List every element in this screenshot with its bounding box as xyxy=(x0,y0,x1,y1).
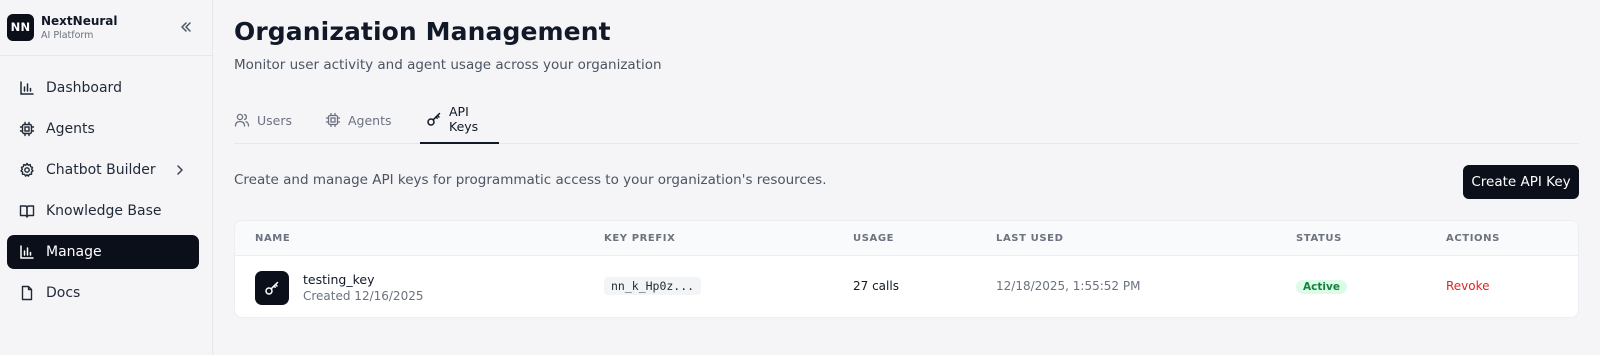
tab-label: Users xyxy=(257,112,293,128)
api-keys-table: NAME KEY PREFIX USAGE LAST USED STATUS A… xyxy=(234,220,1579,318)
book-icon xyxy=(19,203,35,219)
sidebar-item-label: Knowledge Base xyxy=(46,203,162,219)
tab-bar: Users Agents API Keys xyxy=(234,102,1579,144)
sidebar-item-label: Manage xyxy=(46,244,102,260)
column-header-status: STATUS xyxy=(1296,233,1342,244)
key-prefix: nn_k_Hp0z... xyxy=(604,277,702,295)
table-row: testing_key Created 12/16/2025 nn_k_Hp0z… xyxy=(235,257,1578,317)
table-header: NAME KEY PREFIX USAGE LAST USED STATUS A… xyxy=(235,221,1578,256)
tab-agents[interactable]: Agents xyxy=(325,102,392,144)
brand[interactable]: NN NextNeural AI Platform xyxy=(7,9,206,45)
column-header-actions: ACTIONS xyxy=(1446,233,1500,244)
key-created-date: Created 12/16/2025 xyxy=(303,289,424,303)
cpu-icon xyxy=(19,121,35,137)
users-icon xyxy=(234,112,250,128)
cpu-icon xyxy=(325,112,341,128)
sidebar-item-knowledge-base[interactable]: Knowledge Base xyxy=(7,194,199,228)
tab-users[interactable]: Users xyxy=(234,102,292,144)
sidebar-item-label: Agents xyxy=(46,121,95,137)
key-usage: 27 calls xyxy=(853,279,899,293)
sidebar-item-dashboard[interactable]: Dashboard xyxy=(7,71,199,105)
brand-logo: NN xyxy=(7,13,34,41)
chevron-right-icon[interactable] xyxy=(173,163,187,177)
status-badge: Active xyxy=(1296,280,1347,294)
column-header-key-prefix: KEY PREFIX xyxy=(604,233,676,244)
sidebar-divider xyxy=(0,55,213,56)
key-icon xyxy=(255,271,289,305)
column-header-usage: USAGE xyxy=(853,233,895,244)
brand-name: NextNeural xyxy=(41,13,118,28)
sidebar-item-agents[interactable]: Agents xyxy=(7,112,199,146)
column-header-last-used: LAST USED xyxy=(996,233,1064,244)
sidebar-item-label: Chatbot Builder xyxy=(46,162,156,178)
key-name: testing_key xyxy=(303,272,375,287)
sidebar-item-label: Dashboard xyxy=(46,80,122,96)
file-icon xyxy=(19,285,35,301)
tab-api-keys[interactable]: API Keys xyxy=(420,102,499,144)
tab-label: API Keys xyxy=(449,104,479,134)
column-header-name: NAME xyxy=(255,233,291,244)
collapse-sidebar-icon[interactable] xyxy=(178,19,194,35)
sidebar-item-label: Docs xyxy=(46,285,81,301)
key-last-used: 12/18/2025, 1:55:52 PM xyxy=(996,279,1141,293)
revoke-button[interactable]: Revoke xyxy=(1446,279,1490,293)
tab-label: Agents xyxy=(348,112,392,128)
main-content: Organization Management Monitor user act… xyxy=(234,0,1579,355)
api-keys-description: Create and manage API keys for programma… xyxy=(234,172,827,188)
sidebar-item-docs[interactable]: Docs xyxy=(7,276,199,310)
sidebar: NN NextNeural AI Platform Dashboard Agen… xyxy=(0,0,213,355)
page-subtitle: Monitor user activity and agent usage ac… xyxy=(234,57,662,73)
bar-chart-icon xyxy=(19,80,35,96)
key-icon xyxy=(426,111,442,127)
sidebar-nav: Dashboard Agents Chatbot Builder Knowled… xyxy=(7,71,199,317)
brand-subtitle: AI Platform xyxy=(41,29,94,41)
sidebar-item-chatbot-builder[interactable]: Chatbot Builder xyxy=(7,153,199,187)
create-api-key-button[interactable]: Create API Key xyxy=(1463,165,1579,199)
sidebar-item-manage[interactable]: Manage xyxy=(7,235,199,269)
gear-icon xyxy=(19,162,35,178)
page-title: Organization Management xyxy=(234,17,611,46)
bar-chart-icon xyxy=(19,244,35,260)
